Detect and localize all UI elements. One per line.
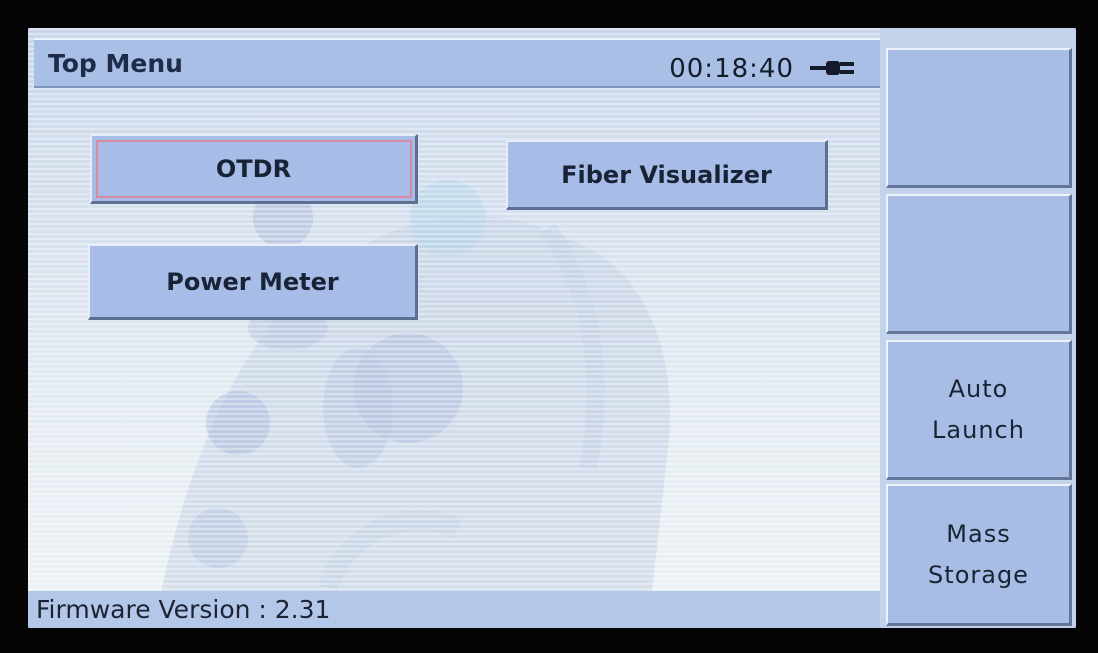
page-title: Top Menu: [48, 49, 183, 78]
power-meter-button[interactable]: Power Meter: [88, 244, 418, 320]
scanline-overlay: [28, 28, 880, 628]
mass-storage-softkey[interactable]: Mass Storage: [886, 484, 1072, 626]
fiber-visualizer-button[interactable]: Fiber Visualizer: [506, 140, 828, 210]
auto-launch-softkey[interactable]: Auto Launch: [886, 340, 1072, 480]
softkey-label-line1: Mass: [946, 519, 1011, 548]
softkey-label-line2: Storage: [928, 560, 1029, 589]
clock: 00:18:40: [669, 54, 794, 84]
main-area: Top Menu 00:18:40 OTDR Fiber Visualizer …: [28, 28, 880, 628]
firmware-version: Firmware Version : 2.31: [36, 595, 330, 624]
device-screen: Top Menu 00:18:40 OTDR Fiber Visualizer …: [28, 28, 1076, 628]
title-bar: Top Menu 00:18:40: [34, 38, 880, 88]
softkey-panel: Auto Launch Mass Storage: [880, 28, 1076, 628]
firmware-version-value: 2.31: [274, 595, 331, 624]
ac-plug-icon: [810, 61, 854, 75]
softkey-2[interactable]: [886, 194, 1072, 334]
background-watermark: [158, 180, 670, 628]
softkey-label-line2: Launch: [932, 415, 1025, 444]
softkey-1[interactable]: [886, 48, 1072, 188]
softkey-label-line1: Auto: [948, 374, 1009, 403]
firmware-label: Firmware Version :: [36, 595, 267, 624]
status-bar: Firmware Version : 2.31: [28, 591, 880, 628]
otdr-button[interactable]: OTDR: [90, 134, 418, 204]
